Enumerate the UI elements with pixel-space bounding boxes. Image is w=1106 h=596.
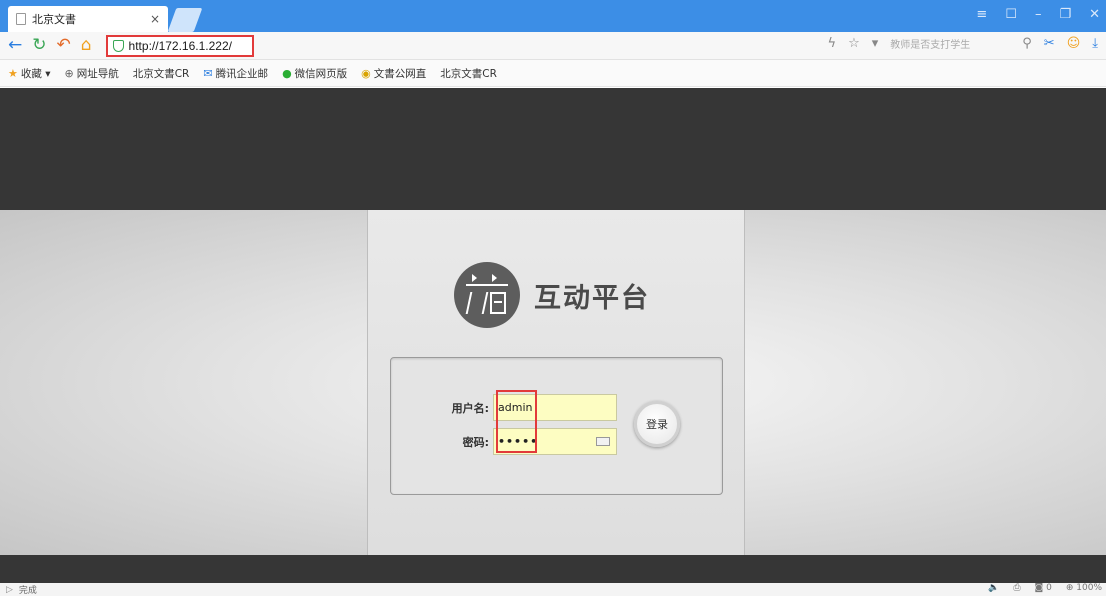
username-label: 用户名: <box>451 401 489 415</box>
status-bar: ▷ 完成 🔈 ⎙ ◙ 0 ⊕ 100% <box>0 583 1106 596</box>
skin-icon[interactable]: ☐ <box>1005 7 1017 22</box>
tab-close-button[interactable]: × <box>150 12 160 26</box>
bookmark-gov-site[interactable]: ◉ 文書公网直 <box>361 66 426 81</box>
brand: 互动平台 <box>454 262 650 328</box>
scissors-icon[interactable]: ✂ <box>1044 36 1055 51</box>
star-icon: ★ <box>8 66 18 80</box>
status-tools: 🔈 ⎙ ◙ 0 ⊕ 100% <box>988 583 1102 593</box>
undo-icon[interactable]: ↶ <box>57 37 71 54</box>
print-icon[interactable]: ⎙ <box>1013 583 1020 593</box>
username-value: admin <box>498 401 533 414</box>
url-text[interactable]: http://172.16.1.222/ <box>129 39 232 53</box>
nav-tools: ϟ ☆ ▾ 教师是否支打学生 ⚲ ✂ ☺ ⤓ <box>827 36 1098 51</box>
password-input[interactable]: ••••• <box>493 428 617 455</box>
zoom-level[interactable]: ⊕ 100% <box>1066 583 1102 593</box>
restore-button[interactable]: ❐ <box>1059 7 1071 22</box>
refresh-icon[interactable]: ↻ <box>32 37 46 54</box>
back-icon[interactable]: ← <box>8 37 22 54</box>
window-controls: ≡ ☐ – ❐ ✕ <box>976 7 1100 22</box>
login-stage: 互动平台 用户名: admin 密码: ••••• 登录 <box>0 210 1106 555</box>
bookmark-cr-2[interactable]: 北京文書CR <box>0 66 497 159</box>
password-row: 密码: ••••• <box>431 428 617 455</box>
bookmarks-bar: ★ 收藏 ▾ ⊕ 网址导航 北京文書CR ✉ 腾讯企业邮 ● 微信网页版 ◉ 文… <box>0 60 1106 159</box>
username-input[interactable]: admin <box>493 394 617 421</box>
page-icon <box>16 13 26 25</box>
new-tab-button[interactable] <box>167 8 203 32</box>
minimize-button[interactable]: – <box>1035 7 1042 22</box>
bookmark-favorites[interactable]: ★ 收藏 ▾ <box>8 66 50 81</box>
download-icon[interactable]: ⤓ <box>1092 36 1098 51</box>
search-suggestion[interactable]: 教师是否支打学生 <box>890 36 1010 51</box>
login-form: 用户名: admin 密码: ••••• 登录 <box>390 357 723 495</box>
status-text: 完成 <box>18 586 37 596</box>
favorite-star-icon[interactable]: ☆ <box>848 36 860 51</box>
password-label: 密码: <box>462 435 489 449</box>
speaker-icon[interactable]: 🔈 <box>988 583 999 593</box>
menu-icon[interactable]: ≡ <box>976 7 987 22</box>
smile-icon[interactable]: ☺ <box>1067 36 1081 51</box>
shield-icon <box>112 39 124 52</box>
bookmark-cr-1[interactable]: 北京文書CR <box>0 66 189 159</box>
bookmark-site-nav[interactable]: ⊕ 网址导航 <box>64 66 118 81</box>
counter-badge[interactable]: ◙ 0 <box>1035 583 1052 593</box>
keyboard-icon[interactable] <box>596 437 610 446</box>
home-icon[interactable]: ⌂ <box>81 37 92 54</box>
play-icon[interactable]: ▷ <box>6 585 13 595</box>
password-value: ••••• <box>498 435 539 448</box>
browser-tab[interactable]: 北京文書 × <box>8 6 168 32</box>
navigation-bar: ← ↻ ↶ ⌂ http://172.16.1.222/ ϟ ☆ ▾ 教师是否支… <box>0 32 1106 60</box>
login-panel: 互动平台 用户名: admin 密码: ••••• 登录 <box>367 210 745 555</box>
login-button[interactable]: 登录 <box>634 401 680 447</box>
mail-icon: ✉ <box>203 66 213 80</box>
username-row: 用户名: admin <box>431 394 617 421</box>
globe-icon: ⊕ <box>64 66 74 80</box>
close-window-button[interactable]: ✕ <box>1089 7 1100 22</box>
bookmark-tencent-mail[interactable]: ✉ 腾讯企业邮 <box>203 66 268 81</box>
page-content: 互动平台 用户名: admin 密码: ••••• 登录 <box>0 88 1106 583</box>
tab-title: 北京文書 <box>32 13 76 26</box>
search-icon[interactable]: ⚲ <box>1022 36 1032 51</box>
wechat-icon: ● <box>282 66 292 80</box>
lightning-icon[interactable]: ϟ <box>827 36 836 51</box>
gov-icon: ◉ <box>361 66 371 80</box>
logo-icon <box>454 262 520 328</box>
address-bar[interactable]: http://172.16.1.222/ <box>105 34 254 57</box>
bookmark-wechat-web[interactable]: ● 微信网页版 <box>282 66 347 81</box>
brand-title: 互动平台 <box>534 282 650 314</box>
dropdown-icon[interactable]: ▾ <box>872 36 879 51</box>
tab-bar: 北京文書 × ≡ ☐ – ❐ ✕ <box>0 0 1106 32</box>
